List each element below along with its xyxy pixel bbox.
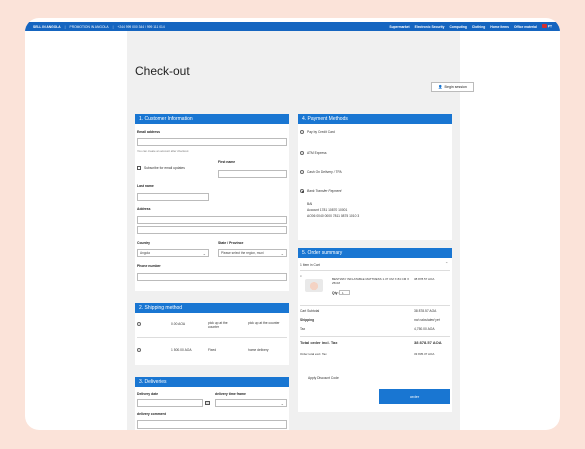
first-name-field[interactable] [218, 170, 287, 178]
shipping-label: Shipping [300, 318, 315, 322]
country-label: Country [137, 241, 150, 245]
subscribe-checkbox[interactable] [137, 166, 141, 170]
page-title: Check-out [135, 64, 190, 78]
address-line-2[interactable] [137, 226, 287, 234]
payment-option-label: ATM Express [307, 151, 327, 155]
shipping-method: Fixed [208, 348, 217, 352]
bank-iban: AO06 0040 0000 7811 0875 1010 3 [307, 214, 360, 218]
time-frame-label: delivery time frame [215, 392, 246, 396]
order-button[interactable]: order [379, 389, 450, 404]
payment-radio-credit-card[interactable] [300, 130, 304, 134]
chevron-down-icon: ⌄ [280, 400, 284, 406]
deliveries-section: 3. Deliveries Delivery date delivery tim… [135, 377, 289, 430]
promo-link[interactable]: PROMOTION IN ANGOLA [70, 25, 109, 29]
divider [300, 305, 450, 306]
divider [137, 337, 287, 338]
email-field[interactable] [137, 138, 287, 146]
first-name-label: First name [218, 160, 236, 164]
tax-value[interactable]: 4,750.00 AOA [414, 327, 435, 331]
nav-home-items[interactable]: Home items [490, 25, 509, 29]
shipping-method: pick up at the counter [208, 321, 228, 329]
chevron-down-icon: ⌄ [202, 250, 206, 256]
shipping-radio-fixed[interactable] [137, 348, 141, 352]
comment-field[interactable] [137, 420, 287, 429]
delivery-date-field[interactable] [137, 399, 203, 407]
shipping-carrier: pick up at the counter [248, 321, 280, 325]
phone-label: Phone number [137, 264, 161, 268]
shipping-section: 2. Shipping method 0.00 AOA pick up at t… [135, 303, 289, 365]
qty-label: Qty: [332, 291, 339, 295]
divider [300, 270, 450, 271]
customer-info-section: 1. Customer Information Email address Yo… [135, 114, 289, 291]
divider [300, 336, 450, 337]
last-name-field[interactable] [137, 193, 209, 201]
payment-option-label: Bank Transfer Payment [307, 189, 342, 193]
total-value: 38 878.57 AOA [414, 340, 442, 345]
phone-field[interactable] [137, 273, 287, 281]
phone-number: +244 999 000 344 / 999 111 014 [117, 24, 165, 29]
time-frame-select[interactable]: ⌄ [215, 399, 287, 407]
order-summary-section: 5. Order summary 1 Item in Cart ⌃ × BEST… [298, 248, 452, 412]
payment-section: 4. Payment Methods Pay by Credit Card AT… [298, 114, 452, 240]
nav-clothing[interactable]: Clothing [472, 25, 485, 29]
comment-label: delivery comment [137, 412, 166, 416]
email-hint: You can create an account after checkout [137, 149, 189, 153]
bank-account: Account 1781 10870 10001 [307, 208, 348, 212]
language-switch[interactable]: PT [541, 24, 552, 29]
shipping-radio-pickup[interactable] [137, 322, 141, 326]
excl-tax-label: Order total excl. Tax [300, 352, 327, 356]
chevron-down-icon: ⌄ [280, 250, 284, 256]
bank-name: BAI [307, 202, 313, 206]
excl-tax-value: 33 835.37 AOA [414, 352, 435, 356]
address-line-1[interactable] [137, 216, 287, 224]
last-name-label: Last name [137, 184, 154, 188]
email-label: Email address [137, 130, 160, 134]
subtotal-label: Cart Subtotal [300, 309, 320, 313]
discount-toggle[interactable]: Apply Discount Code [308, 376, 339, 380]
shipping-price: 0.00 AOA [171, 322, 186, 326]
subscribe-label: Subscribe for email updates [144, 166, 185, 170]
close-icon[interactable]: × [300, 274, 302, 278]
qty-field[interactable]: 1 [339, 290, 350, 295]
section-title: 5. Order summary [298, 248, 452, 258]
product-price: 38 878.57 AOA [414, 277, 435, 281]
begin-session-button[interactable]: 👤 Begin session [431, 82, 474, 92]
product-thumbnail [305, 279, 323, 292]
items-in-cart[interactable]: 1 Item in Cart [300, 263, 320, 267]
shipping-value: not calculated yet [414, 318, 440, 322]
nav-supermarket[interactable]: Supermarket [389, 25, 409, 29]
shipping-carrier: home delivery [248, 348, 269, 352]
nav-office-material[interactable]: Office material [514, 25, 537, 29]
product-name: BESTWAY INFLATABLE MATTRESS 1.37 CM X 84… [332, 277, 410, 285]
section-title: 1. Customer Information [135, 114, 289, 124]
state-label: State / Province [218, 241, 244, 245]
payment-radio-cash[interactable] [300, 170, 304, 174]
nav-electronic-security[interactable]: Electronic Security [415, 25, 445, 29]
store-name[interactable]: SELL IN ANGOLA [33, 25, 61, 29]
browser-frame: SELL IN ANGOLA | PROMOTION IN ANGOLA | +… [25, 18, 560, 430]
checkout-page: Check-out 1. Customer Information Email … [127, 31, 474, 430]
country-select[interactable]: Angola ⌄ [137, 249, 209, 257]
section-title: 3. Deliveries [135, 377, 289, 387]
payment-option-label: Pay by Credit Card [307, 130, 335, 134]
section-title: 2. Shipping method [135, 303, 289, 313]
chevron-up-icon[interactable]: ⌃ [445, 261, 448, 266]
delivery-date-label: Delivery date [137, 392, 159, 396]
address-label: Address [137, 207, 151, 211]
user-icon: 👤 [438, 85, 443, 89]
payment-option-label: Cash On Delivery / TPA [307, 170, 342, 174]
calendar-icon[interactable] [205, 401, 210, 405]
total-label: Total order incl. Tax [300, 340, 338, 345]
nav-computing[interactable]: Computing [449, 25, 466, 29]
payment-radio-atm[interactable] [300, 151, 304, 155]
tax-label: Tax [300, 327, 306, 331]
top-bar: SELL IN ANGOLA | PROMOTION IN ANGOLA | +… [25, 22, 560, 31]
subtotal-value: 38 878.57 AOA [414, 309, 437, 313]
flag-icon [541, 24, 547, 28]
payment-radio-bank-transfer[interactable] [300, 189, 304, 193]
section-title: 4. Payment Methods [298, 114, 452, 124]
shipping-price: 1 500.00 AOA [171, 348, 192, 352]
state-select[interactable]: Please select the region, muni ⌄ [218, 249, 287, 257]
